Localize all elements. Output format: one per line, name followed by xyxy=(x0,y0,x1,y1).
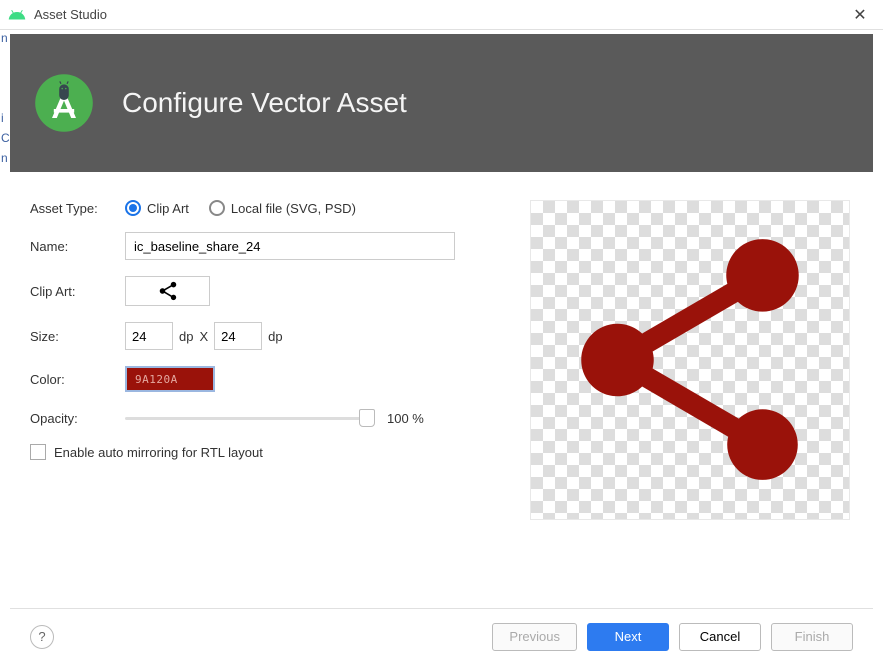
name-input[interactable] xyxy=(125,232,455,260)
size-inputs: dp X dp xyxy=(125,322,283,350)
width-input[interactable] xyxy=(125,322,173,350)
dialog-content: Asset Type: Clip Art Local file (SVG, PS… xyxy=(0,172,883,608)
share-icon xyxy=(157,280,179,302)
size-row: Size: dp X dp xyxy=(30,322,490,350)
dialog-window: n iCn Asset Studio ✕ Configure Vector As… xyxy=(0,0,883,664)
color-picker-button[interactable]: 9A120A xyxy=(125,366,215,392)
opacity-label: Opacity: xyxy=(30,411,125,426)
asset-type-label: Asset Type: xyxy=(30,201,125,216)
form-panel: Asset Type: Clip Art Local file (SVG, PS… xyxy=(30,200,490,598)
radio-label: Clip Art xyxy=(147,201,189,216)
radio-label: Local file (SVG, PSD) xyxy=(231,201,356,216)
share-icon-preview xyxy=(545,215,835,505)
width-unit: dp xyxy=(179,329,193,344)
mirror-row: Enable auto mirroring for RTL layout xyxy=(30,444,490,460)
clipart-row: Clip Art: xyxy=(30,276,490,306)
mirror-checkbox[interactable] xyxy=(30,444,46,460)
slider-thumb[interactable] xyxy=(359,409,375,427)
asset-type-radio-group: Clip Art Local file (SVG, PSD) xyxy=(125,200,356,216)
mirror-label: Enable auto mirroring for RTL layout xyxy=(54,445,263,460)
height-input[interactable] xyxy=(214,322,262,350)
next-button[interactable]: Next xyxy=(587,623,669,651)
android-studio-icon xyxy=(8,6,26,24)
cancel-button[interactable]: Cancel xyxy=(679,623,761,651)
dialog-footer: ? Previous Next Cancel Finish xyxy=(10,608,873,664)
name-label: Name: xyxy=(30,239,125,254)
previous-button[interactable]: Previous xyxy=(492,623,577,651)
radio-icon xyxy=(209,200,225,216)
help-button[interactable]: ? xyxy=(30,625,54,649)
height-unit: dp xyxy=(268,329,282,344)
dialog-header: Configure Vector Asset xyxy=(10,34,873,172)
help-icon: ? xyxy=(38,629,45,644)
clipart-label: Clip Art: xyxy=(30,284,125,299)
color-label: Color: xyxy=(30,372,125,387)
color-row: Color: 9A120A xyxy=(30,366,490,392)
titlebar: Asset Studio ✕ xyxy=(0,0,883,30)
opacity-value: 100 % xyxy=(387,411,424,426)
opacity-row: Opacity: 100 % xyxy=(30,408,490,428)
window-title: Asset Studio xyxy=(34,7,845,22)
size-label: Size: xyxy=(30,329,125,344)
android-studio-logo-icon xyxy=(34,73,94,133)
opacity-slider[interactable] xyxy=(125,408,375,428)
dialog-title: Configure Vector Asset xyxy=(122,87,407,119)
slider-track xyxy=(125,417,375,420)
radio-clip-art[interactable]: Clip Art xyxy=(125,200,189,216)
radio-local-file[interactable]: Local file (SVG, PSD) xyxy=(209,200,356,216)
close-icon[interactable]: ✕ xyxy=(845,5,875,25)
color-value: 9A120A xyxy=(135,373,178,386)
asset-type-row: Asset Type: Clip Art Local file (SVG, PS… xyxy=(30,200,490,216)
finish-button[interactable]: Finish xyxy=(771,623,853,651)
name-row: Name: xyxy=(30,232,490,260)
size-x-label: X xyxy=(199,329,208,344)
opacity-slider-group: 100 % xyxy=(125,408,424,428)
clipart-picker-button[interactable] xyxy=(125,276,210,306)
preview-panel xyxy=(530,200,850,520)
edge-text-fragment: n iCn xyxy=(0,28,10,168)
radio-icon xyxy=(125,200,141,216)
